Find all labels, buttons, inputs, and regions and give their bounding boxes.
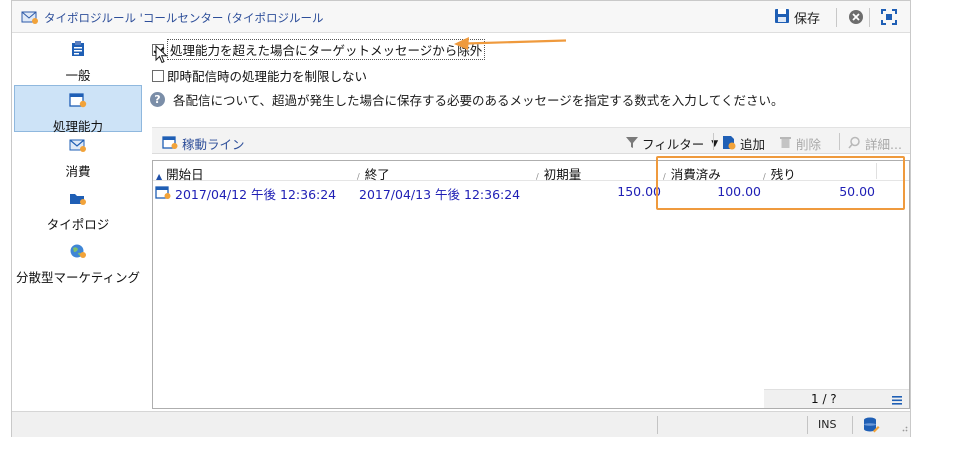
filter-button[interactable]: フィルター ▼ [626, 134, 718, 153]
sidebar-item-consumption[interactable]: 消費 [14, 137, 142, 181]
exclude-label: 処理能力を超えた場合にターゲットメッセージから除外 [167, 39, 486, 60]
sidebar: 一般 処理能力 消費 タイポロジ 分散型マーケティング [12, 33, 145, 411]
cell-initial: 150.00 [617, 184, 661, 199]
sidebar-item-typology[interactable]: タイポロジ [14, 189, 142, 233]
status-separator [807, 416, 808, 434]
column-grip-icon: ∕ [357, 172, 360, 181]
active-lines-button[interactable]: 稼動ライン [162, 134, 245, 153]
annotation-highlight-box [656, 156, 905, 210]
mouse-pointer-icon [155, 44, 168, 68]
floppy-disk-icon [774, 8, 790, 28]
cell-start: 2017/04/12 午後 12:36:24 [155, 184, 336, 203]
question-icon: ? [150, 92, 165, 107]
help-text: 各配信について、超過が発生した場合に保存する必要のあるメッセージを指定する数式を… [173, 93, 784, 108]
magnifier-icon [848, 136, 861, 152]
cell-end: 2017/04/13 午後 12:36:24 [359, 187, 521, 202]
insert-mode-indicator: INS [818, 418, 837, 431]
clipboard-icon [14, 39, 142, 60]
add-icon [722, 135, 736, 153]
capacity-panel: 処理能力を超えた場合にターゲットメッセージから除外 即時配信時の処理能力を制限し… [147, 33, 910, 411]
calendar-capacity-icon [15, 86, 141, 111]
grid-toolbar: 稼動ライン フィルター ▼ 追加 削除 詳細... [152, 127, 910, 154]
trash-icon [779, 135, 792, 152]
sidebar-item-capacity[interactable]: 処理能力 [14, 85, 142, 134]
add-label: 追加 [740, 137, 766, 152]
save-button[interactable]: 保存 [774, 7, 820, 28]
title-separator [836, 8, 837, 27]
close-icon[interactable] [848, 9, 864, 28]
rule-editor-window: タイポロジルール 'コールセンター (タイポロジルール 保存 一般 処理能力 消… [11, 0, 911, 437]
sidebar-item-label: 分散型マーケティング [15, 270, 140, 285]
title-bar: タイポロジルール 'コールセンター (タイポロジルール 保存 [12, 1, 910, 33]
window-title: タイポロジルール 'コールセンター (タイポロジルール [44, 11, 324, 25]
globe-marketing-icon [14, 241, 142, 262]
pager: 1 / ? [811, 392, 837, 406]
funnel-icon [626, 136, 638, 152]
delete-button[interactable]: 削除 [779, 134, 821, 153]
sidebar-item-label: 消費 [65, 164, 91, 179]
filter-label: フィルター [642, 137, 705, 152]
annotation-arrow-icon [452, 34, 570, 55]
help-row: ? 各配信について、超過が発生した場合に保存する必要のあるメッセージを指定する数… [150, 90, 784, 109]
toolbar-separator [839, 133, 840, 150]
sidebar-item-distributed-marketing[interactable]: 分散型マーケティング [14, 241, 142, 285]
limit-option[interactable]: 即時配信時の処理能力を制限しない [152, 66, 367, 85]
database-icon[interactable] [862, 416, 880, 437]
toolbar-separator [713, 133, 714, 150]
limit-checkbox[interactable] [152, 69, 164, 82]
sort-ascending-icon: ▲ [156, 172, 163, 181]
resize-grip-icon[interactable] [900, 421, 908, 435]
hamburger-menu-icon[interactable] [892, 394, 902, 408]
status-bar: INS [12, 411, 910, 437]
rule-envelope-icon [21, 10, 39, 27]
save-label: 保存 [794, 12, 821, 27]
maximize-icon[interactable] [880, 8, 898, 29]
grid-footer: 1 / ? [764, 389, 909, 408]
limit-label: 即時配信時の処理能力を制限しない [167, 69, 368, 84]
calendar-row-icon [155, 185, 171, 203]
folder-typology-icon [14, 189, 142, 209]
sidebar-item-label: 一般 [65, 68, 91, 83]
sidebar-item-label: 処理能力 [52, 119, 103, 134]
delete-label: 削除 [796, 137, 822, 152]
column-grip-icon: ∕ [536, 172, 539, 181]
sidebar-item-label: タイポロジ [46, 217, 110, 232]
title-separator [869, 8, 870, 27]
exclude-option[interactable]: 処理能力を超えた場合にターゲットメッセージから除外 [152, 39, 486, 60]
status-separator [852, 416, 853, 434]
active-lines-label: 稼動ライン [182, 137, 245, 152]
details-button[interactable]: 詳細... [848, 134, 902, 153]
status-separator [657, 416, 658, 434]
envelope-consumption-icon [14, 137, 142, 156]
details-label: 詳細... [865, 137, 902, 152]
sidebar-item-general[interactable]: 一般 [14, 39, 142, 83]
calendar-lines-icon [162, 135, 178, 153]
add-button[interactable]: 追加 [722, 134, 765, 153]
